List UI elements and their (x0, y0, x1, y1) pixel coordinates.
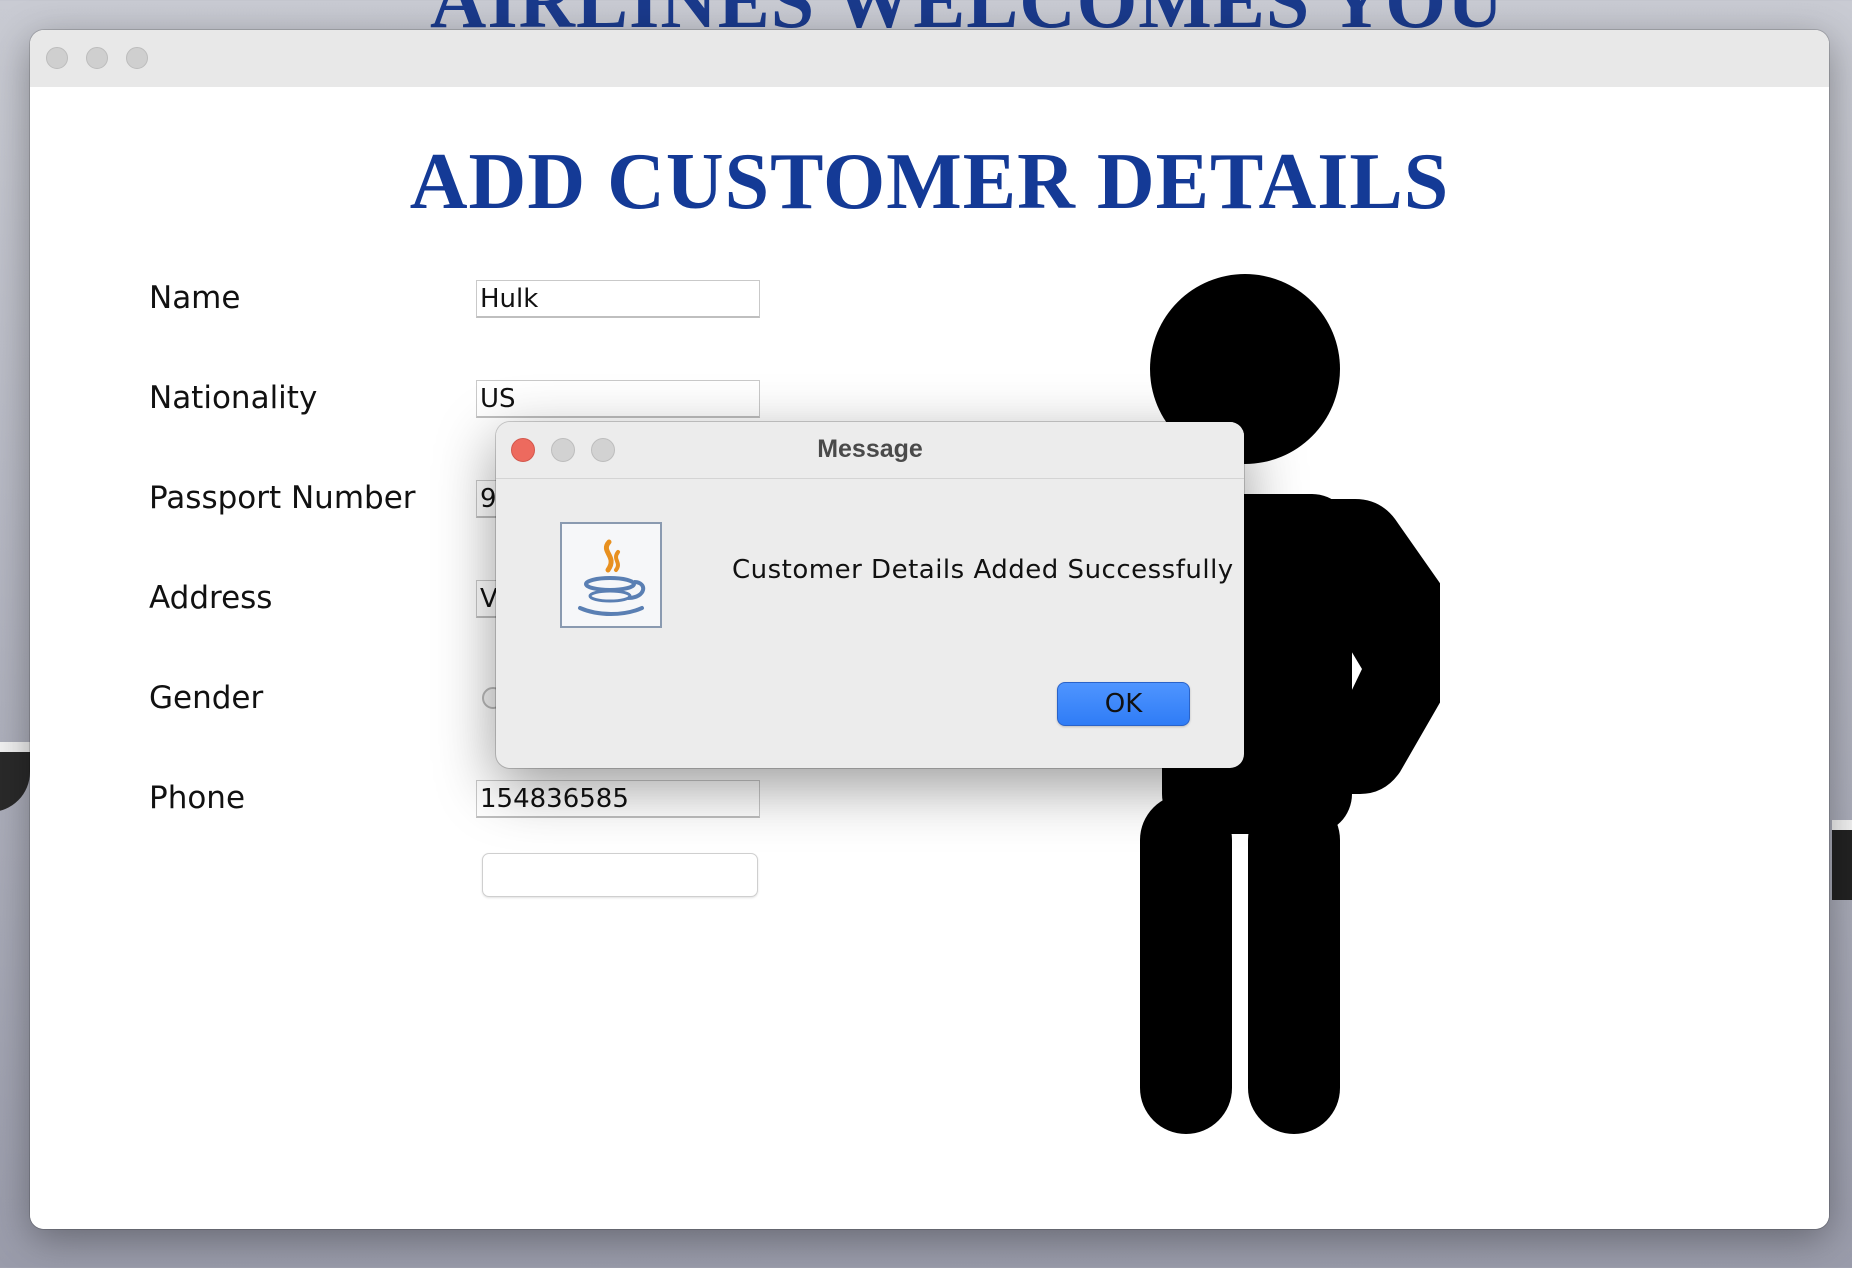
address-label: Address (149, 580, 273, 616)
phone-label: Phone (149, 780, 246, 816)
dialog-title: Message (817, 435, 923, 463)
nationality-label: Nationality (149, 380, 318, 416)
page-title: ADD CUSTOMER DETAILS (409, 138, 1450, 226)
ok-button[interactable]: OK (1057, 682, 1190, 726)
passport-number-label: Passport Number (149, 480, 416, 516)
nationality-field[interactable]: US (476, 380, 760, 418)
name-label: Name (149, 280, 241, 316)
background-decoration (1832, 820, 1852, 900)
dialog-titlebar[interactable]: Message (496, 422, 1244, 479)
name-field[interactable]: Hulk (476, 280, 760, 318)
minimize-window-button[interactable] (86, 47, 108, 69)
close-window-button[interactable] (46, 47, 68, 69)
window-titlebar[interactable] (30, 30, 1829, 88)
message-dialog: Message Customer Details Added Successfu… (496, 422, 1244, 768)
zoom-window-button[interactable] (126, 47, 148, 69)
background-decoration (0, 742, 30, 812)
gender-label: Gender (149, 680, 264, 716)
save-button[interactable] (482, 853, 758, 897)
dialog-message: Customer Details Added Successfully (732, 555, 1234, 585)
phone-field[interactable]: 154836585 (476, 780, 760, 818)
java-icon (560, 522, 662, 628)
